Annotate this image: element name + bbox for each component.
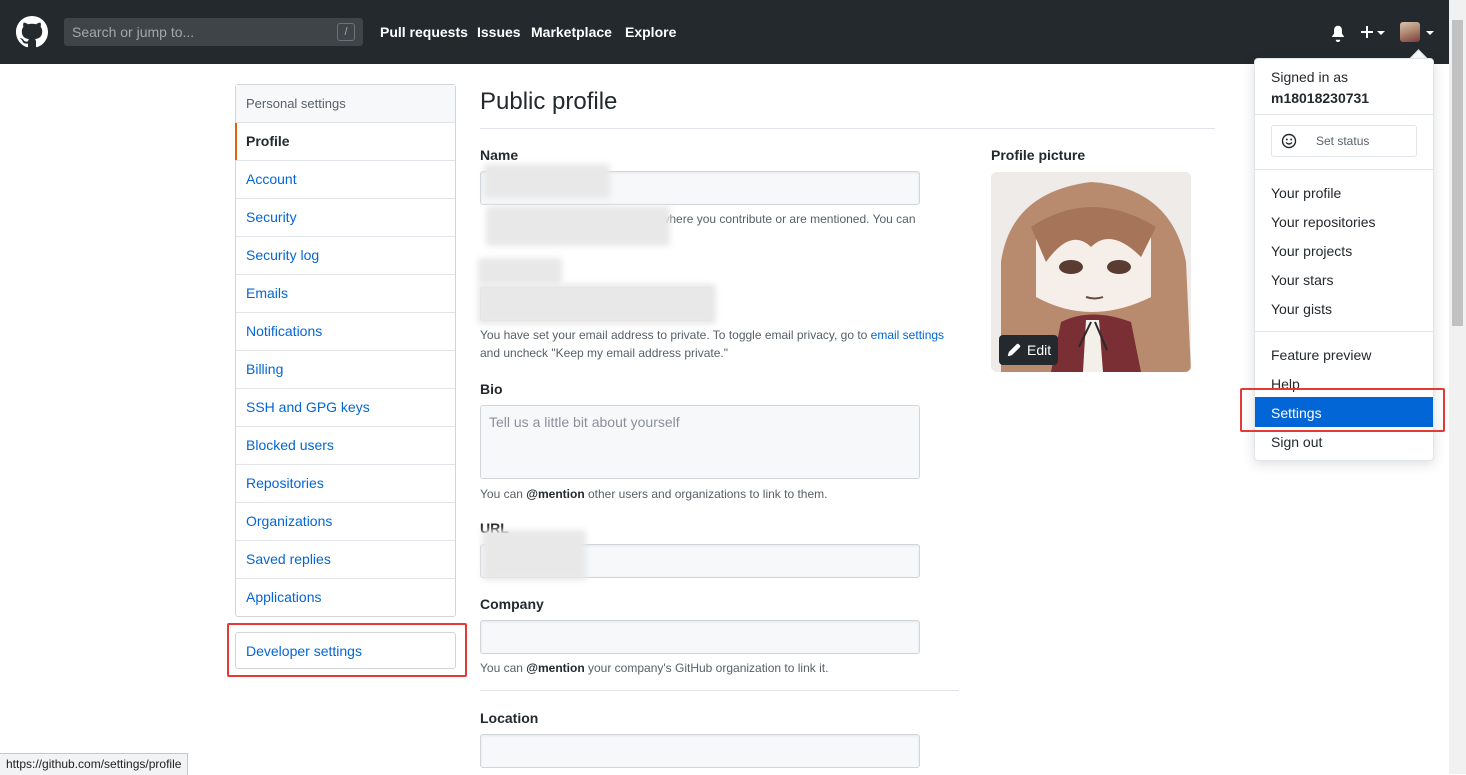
top-header: / Pull requests Issues Marketplace Explo… (0, 0, 1449, 64)
scrollbar-thumb[interactable] (1452, 20, 1463, 326)
sidebar-item-repositories[interactable]: Repositories (236, 465, 455, 503)
bio-note: You can @mention other users and organiz… (480, 487, 828, 501)
highlight-box (1240, 388, 1445, 432)
username: m18018230731 (1271, 90, 1370, 106)
company-label: Company (480, 596, 544, 612)
email-privacy-note: You have set your email address to priva… (480, 328, 945, 342)
sidebar-item-security[interactable]: Security (236, 199, 455, 237)
email-privacy-note-2: and uncheck "Keep my email address priva… (480, 346, 728, 360)
divider (1255, 114, 1433, 115)
page-title: Public profile (480, 88, 618, 115)
settings-sidebar: Personal settings Profile Account Securi… (235, 84, 456, 617)
menu-your-profile[interactable]: Your profile (1271, 185, 1341, 201)
github-logo-icon[interactable] (16, 16, 48, 48)
name-label: Name (480, 147, 519, 163)
divider (480, 690, 959, 691)
avatar (1400, 22, 1420, 42)
notifications-bell-icon[interactable] (1329, 24, 1347, 42)
divider (1255, 169, 1433, 170)
redacted-area (484, 164, 610, 198)
email-settings-link[interactable]: email settings (871, 328, 944, 342)
user-menu-button[interactable] (1400, 22, 1436, 44)
sidebar-item-saved-replies[interactable]: Saved replies (236, 541, 455, 579)
bio-label: Bio (480, 381, 503, 397)
location-field[interactable] (480, 734, 920, 768)
signed-in-as-label: Signed in as (1271, 69, 1349, 85)
nav-issues[interactable]: Issues (477, 24, 521, 40)
set-status-button[interactable]: Set status (1271, 125, 1417, 157)
bio-textarea[interactable] (480, 405, 920, 479)
redacted-area (478, 284, 716, 324)
chevron-down-icon (1377, 31, 1385, 35)
menu-your-gists[interactable]: Your gists (1271, 301, 1332, 317)
company-note: You can @mention your company's GitHub o… (480, 661, 829, 675)
menu-your-projects[interactable]: Your projects (1271, 243, 1352, 259)
redacted-area (478, 258, 562, 284)
menu-your-repositories[interactable]: Your repositories (1271, 214, 1376, 230)
company-field[interactable] (480, 620, 920, 654)
nav-pull-requests[interactable]: Pull requests (380, 24, 468, 40)
chevron-down-icon (1426, 31, 1434, 35)
sidebar-heading: Personal settings (236, 85, 455, 123)
sidebar-item-billing[interactable]: Billing (236, 351, 455, 389)
create-new-dropdown[interactable] (1359, 23, 1387, 41)
edit-picture-button[interactable]: Edit (999, 335, 1058, 365)
redacted-area (482, 530, 586, 580)
sidebar-item-account[interactable]: Account (236, 161, 455, 199)
sidebar-item-blocked-users[interactable]: Blocked users (236, 427, 455, 465)
link-status-bar: https://github.com/settings/profile (0, 753, 189, 775)
sidebar-item-ssh-gpg-keys[interactable]: SSH and GPG keys (236, 389, 455, 427)
nav-marketplace[interactable]: Marketplace (531, 24, 612, 40)
menu-sign-out[interactable]: Sign out (1271, 434, 1322, 450)
pencil-icon (1007, 343, 1021, 357)
sidebar-item-organizations[interactable]: Organizations (236, 503, 455, 541)
sidebar-item-notifications[interactable]: Notifications (236, 313, 455, 351)
menu-feature-preview[interactable]: Feature preview (1271, 347, 1371, 363)
smiley-icon (1281, 133, 1297, 149)
highlight-box (227, 623, 467, 677)
search-input[interactable] (64, 18, 340, 46)
search-box: / (64, 18, 363, 46)
sidebar-item-applications[interactable]: Applications (236, 579, 455, 616)
menu-your-stars[interactable]: Your stars (1271, 272, 1334, 288)
nav-explore[interactable]: Explore (625, 24, 676, 40)
edit-label: Edit (1027, 342, 1052, 358)
divider (1255, 331, 1433, 332)
sidebar-item-emails[interactable]: Emails (236, 275, 455, 313)
redacted-area (486, 206, 670, 246)
set-status-label: Set status (1316, 134, 1370, 148)
search-shortcut-key: / (337, 23, 355, 41)
sidebar-item-profile[interactable]: Profile (235, 123, 455, 161)
divider (480, 128, 1215, 129)
plus-icon (1361, 26, 1373, 38)
sidebar-item-security-log[interactable]: Security log (236, 237, 455, 275)
location-label: Location (480, 710, 539, 726)
profile-picture-label: Profile picture (991, 147, 1086, 163)
